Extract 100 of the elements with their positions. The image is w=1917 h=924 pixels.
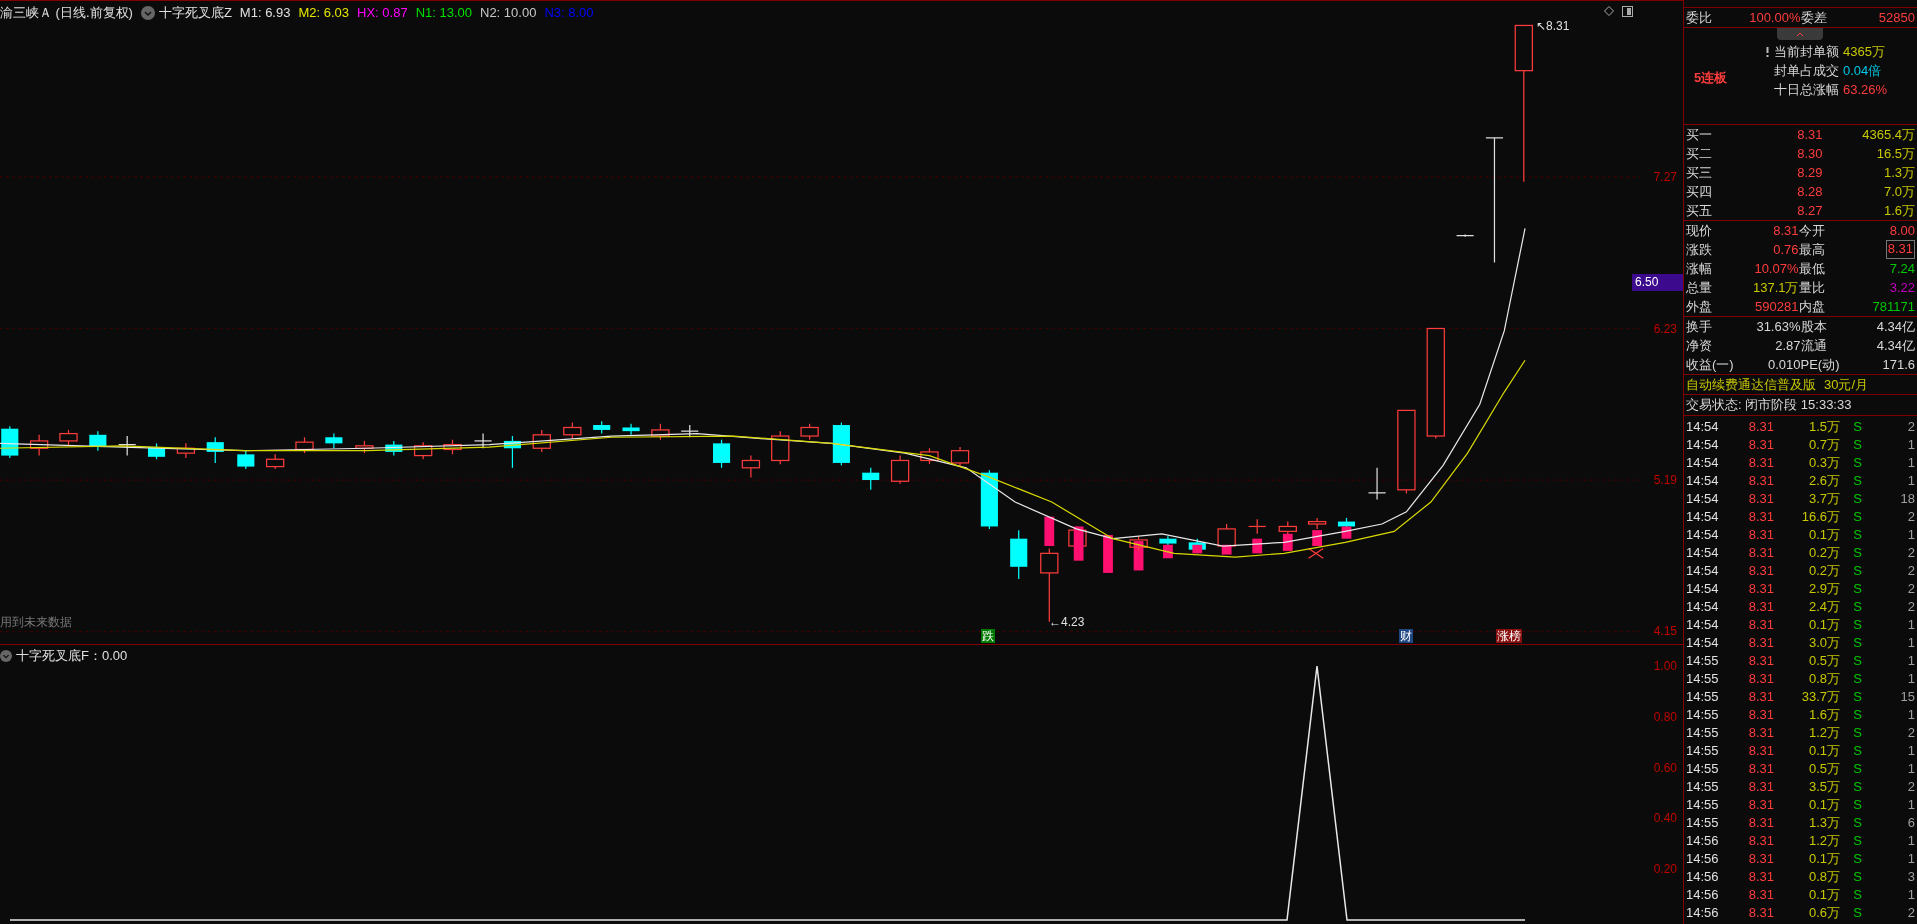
signal-marker: 跌: [981, 629, 995, 643]
indicator-name: 十字死叉底Z: [158, 4, 232, 22]
trade-time: 14:56: [1686, 886, 1720, 904]
candlestick: [29, 434, 49, 457]
trade-side: S: [1853, 724, 1862, 742]
trade-time: 14:54: [1686, 490, 1720, 508]
trade-volume: 0.1万: [1808, 742, 1840, 760]
trade-volume: 0.1万: [1808, 850, 1840, 868]
field-value: 137.1万: [1752, 279, 1799, 297]
candlestick: [771, 430, 790, 465]
trade-count: 2: [1907, 598, 1915, 616]
trade-price: 8.31: [1748, 868, 1774, 886]
candlestick: [1159, 535, 1177, 548]
candlestick: [1455, 233, 1475, 238]
signal-marker: 涨榜: [1496, 629, 1522, 643]
field-value: 3.22: [1889, 279, 1915, 297]
candlestick: [473, 432, 493, 449]
field-value: 4.34亿: [1876, 318, 1915, 336]
field-label: 封单占成交: [1774, 62, 1839, 80]
candlestick: [800, 423, 819, 441]
trade-price: 8.31: [1748, 562, 1774, 580]
bid-price: 8.27: [1797, 202, 1823, 220]
trade-count: 2: [1907, 580, 1915, 598]
trade-side: S: [1853, 436, 1862, 454]
trade-count: 18: [1900, 490, 1915, 508]
trade-side: S: [1853, 886, 1862, 904]
trade-price: 8.31: [1748, 472, 1774, 490]
trade-side: S: [1853, 868, 1862, 886]
candlestick: [563, 421, 582, 440]
field-value: 781171: [1872, 298, 1915, 316]
trade-side: S: [1853, 562, 1862, 580]
trade-volume: 1.2万: [1808, 724, 1840, 742]
trade-time: 14:55: [1686, 652, 1720, 670]
chevron-down-icon[interactable]: [0, 650, 12, 662]
trade-count: 1: [1907, 472, 1915, 490]
field-value: 8.31: [1773, 222, 1799, 240]
bid-level-label: 买一: [1686, 126, 1713, 144]
candlestick: [741, 454, 761, 479]
field-value: 10.07%: [1754, 260, 1799, 278]
trade-count: 2: [1907, 544, 1915, 562]
promo-price[interactable]: 30元/月: [1824, 375, 1869, 394]
candlestick: [622, 423, 640, 436]
trade-side: S: [1853, 814, 1862, 832]
trade-count: 1: [1907, 832, 1915, 850]
diamond-icon[interactable]: [1604, 6, 1614, 16]
candlestick: [980, 469, 998, 530]
candlestick: [680, 424, 699, 438]
chevron-up-icon: [1796, 31, 1804, 37]
signal-bar: [1192, 544, 1203, 554]
trade-price: 8.31: [1748, 742, 1774, 760]
trade-side: S: [1853, 526, 1862, 544]
trade-price: 8.31: [1748, 670, 1774, 688]
field-value: 8.00: [1889, 222, 1915, 240]
promo-text[interactable]: 自动续费通达信普及版: [1686, 375, 1816, 394]
trade-volume: 0.1万: [1808, 616, 1840, 634]
field-value: 590281: [1755, 298, 1799, 316]
field-label: 最低: [1798, 260, 1826, 278]
chevron-down-icon[interactable]: [140, 6, 155, 20]
candlestick: [1, 425, 19, 459]
trade-time: 14:54: [1686, 436, 1720, 454]
signal-bar: [1163, 544, 1173, 559]
candlestick: [890, 454, 910, 485]
window-icon[interactable]: [1622, 6, 1633, 17]
candlestick: [206, 436, 224, 464]
candlestick: [148, 442, 166, 460]
trade-price: 8.31: [1748, 904, 1774, 922]
field-value: 0.76: [1773, 241, 1799, 259]
trade-count: 1: [1907, 616, 1915, 634]
trade-volume: 0.5万: [1808, 760, 1840, 778]
field-label: 现价: [1686, 222, 1713, 240]
trade-side: S: [1853, 742, 1862, 760]
signal-bar: [1103, 535, 1113, 573]
field-label: 内盘: [1798, 298, 1826, 316]
trade-side: S: [1853, 850, 1862, 868]
stock-title: 渝三峡Ａ (日线.前复权): [0, 4, 133, 22]
value-axis-label: 0.80: [1653, 709, 1677, 724]
candlestick: [1307, 517, 1327, 530]
candlestick: [503, 435, 521, 469]
candlestick: [59, 429, 78, 447]
trade-time: 14:54: [1686, 598, 1720, 616]
field-value: 8.31: [1885, 240, 1915, 259]
trade-price: 8.31: [1748, 616, 1774, 634]
field-value: 63.26%: [1843, 81, 1888, 99]
candlestick: [118, 435, 137, 457]
trade-time: 14:54: [1686, 616, 1720, 634]
trade-time: 14:54: [1686, 544, 1720, 562]
candlestick: [89, 430, 107, 452]
trade-price: 8.31: [1748, 796, 1774, 814]
trade-time: 14:55: [1686, 778, 1720, 796]
trade-side: S: [1853, 472, 1862, 490]
trade-side: S: [1853, 832, 1862, 850]
trade-price: 8.31: [1748, 706, 1774, 724]
candlestick: [176, 442, 196, 459]
trade-price: 8.31: [1748, 418, 1774, 436]
bid-volume: 16.5万: [1876, 145, 1915, 163]
indicator-title: 十字死叉底F：0.00: [16, 647, 128, 665]
trade-side: S: [1853, 688, 1862, 706]
candlestick: [443, 439, 462, 455]
trade-price: 8.31: [1748, 436, 1774, 454]
price-tag: 6.50: [1632, 274, 1683, 291]
